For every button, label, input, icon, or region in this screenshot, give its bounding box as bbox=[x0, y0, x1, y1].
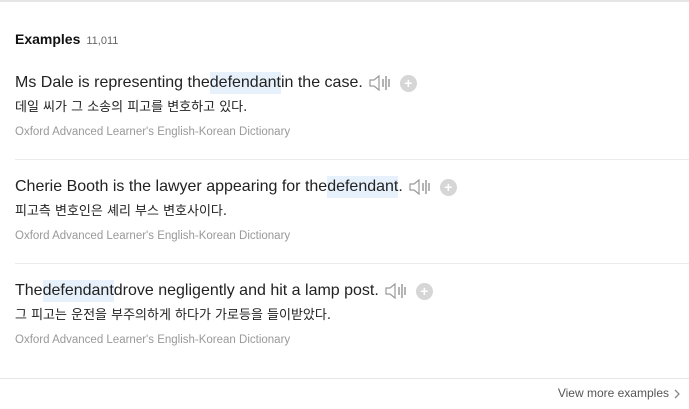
example-korean-translation: 데일 씨가 그 소송의 피고를 변호하고 있다. bbox=[15, 100, 248, 115]
sentence-text: in the case. bbox=[280, 74, 363, 91]
example-english-sentence: The defendant drove negligently and hit … bbox=[15, 280, 689, 302]
sentence-text: Ms Dale is representing the bbox=[15, 74, 210, 91]
speaker-icon[interactable] bbox=[368, 73, 394, 93]
example-divider bbox=[15, 263, 689, 264]
add-to-wordbook-button[interactable]: + bbox=[415, 282, 433, 300]
top-divider bbox=[0, 0, 689, 2]
add-to-wordbook-button[interactable]: + bbox=[399, 74, 417, 92]
example-item: The defendant drove negligently and hit … bbox=[15, 280, 689, 346]
examples-header: Examples 11,011 bbox=[15, 31, 118, 47]
speaker-icon[interactable] bbox=[384, 281, 410, 301]
sentence-text: Cherie Booth is the lawyer appearing for… bbox=[15, 178, 328, 195]
highlighted-headword[interactable]: defendant bbox=[327, 176, 399, 198]
example-korean-translation: 그 피고는 운전을 부주의하게 하다가 가로등을 들이받았다. bbox=[15, 308, 331, 323]
examples-title: Examples bbox=[15, 31, 81, 47]
sentence-text: . bbox=[398, 178, 403, 195]
add-to-wordbook-button[interactable]: + bbox=[439, 178, 457, 196]
chevron-right-icon bbox=[673, 388, 681, 399]
examples-count: 11,011 bbox=[86, 35, 119, 47]
example-divider bbox=[15, 159, 689, 160]
footer-divider bbox=[0, 378, 689, 379]
example-english-sentence: Cherie Booth is the lawyer appearing for… bbox=[15, 176, 689, 198]
view-more-examples-link[interactable]: View more examples bbox=[558, 386, 681, 400]
example-english-sentence: Ms Dale is representing the defendant in… bbox=[15, 72, 689, 94]
speaker-icon[interactable] bbox=[408, 177, 434, 197]
example-item: Ms Dale is representing the defendant in… bbox=[15, 72, 689, 138]
example-source[interactable]: Oxford Advanced Learner's English-Korean… bbox=[15, 334, 689, 346]
view-more-label: View more examples bbox=[557, 386, 669, 400]
highlighted-headword[interactable]: defendant bbox=[42, 280, 114, 302]
example-item: Cherie Booth is the lawyer appearing for… bbox=[15, 176, 689, 242]
example-korean-translation: 피고측 변호인은 셰리 부스 변호사이다. bbox=[15, 204, 228, 219]
sentence-text: drove negligently and hit a lamp post. bbox=[113, 282, 379, 299]
highlighted-headword[interactable]: defendant bbox=[209, 72, 281, 94]
example-source[interactable]: Oxford Advanced Learner's English-Korean… bbox=[15, 126, 689, 138]
example-source[interactable]: Oxford Advanced Learner's English-Korean… bbox=[15, 230, 689, 242]
sentence-text: The bbox=[15, 282, 43, 299]
